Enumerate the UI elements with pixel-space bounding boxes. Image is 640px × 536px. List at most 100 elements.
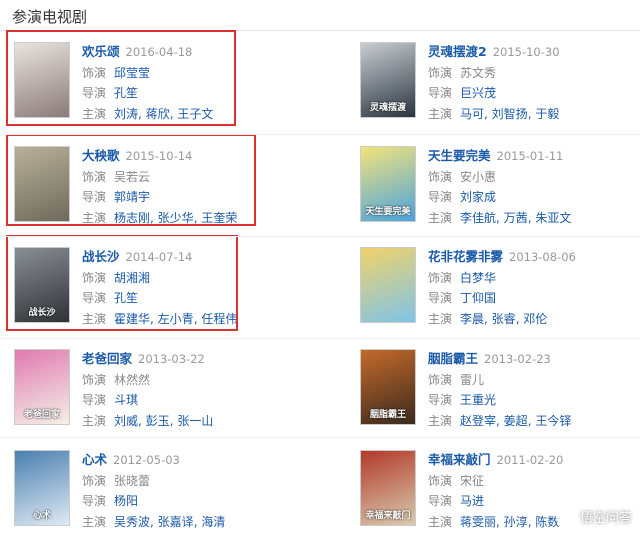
tv-show-card: 天生要完美 天生要完美 2015-01-11 饰演 安小惠 导演 刘家成 主演 李佳航, 万茜,… — [360, 146, 640, 232]
cast-label: 主演 — [428, 106, 453, 121]
show-title-link[interactable]: 灵魂摆渡2 — [428, 44, 487, 59]
show-info: 天生要完美 2015-01-11 饰演 安小惠 导演 刘家成 主演 李佳航, 万茜, 朱亚文 — [428, 146, 640, 228]
director-link[interactable]: 王重光 — [460, 393, 496, 407]
show-title-link[interactable]: 老爸回家 — [82, 351, 132, 366]
wukong-logo-icon — [555, 506, 576, 526]
cast-member-link[interactable]: 孙淳 — [504, 515, 528, 529]
cast-member-link[interactable]: 李佳航 — [460, 211, 496, 225]
show-poster[interactable]: 幸福来敲门 — [360, 450, 416, 526]
highlight-box — [6, 30, 236, 126]
show-date: 2012-05-03 — [113, 453, 180, 467]
role-label: 饰演 — [428, 65, 453, 80]
director-link[interactable]: 刘家成 — [460, 190, 496, 204]
director-link[interactable]: 杨阳 — [114, 494, 138, 508]
show-date: 2011-02-20 — [496, 453, 564, 467]
tv-show-card: 花非花雾非雾 2013-08-06 饰演 白梦华 导演 丁仰国 主演 李晨, 张睿, 邓伦 — [360, 247, 640, 333]
poster-caption: 幸福来敲门 — [365, 511, 411, 522]
show-date: 2013-02-23 — [484, 352, 551, 366]
cast-member-link[interactable]: 彭玉 — [146, 414, 170, 428]
role-label: 饰演 — [428, 270, 453, 285]
show-info: 胭脂霸王 2013-02-23 饰演 雷儿 导演 王重光 主演 赵登宰, 姜超, 王今铎 — [428, 349, 640, 431]
cast-member-link[interactable]: 马可 — [460, 107, 484, 121]
cast-separator: , — [496, 413, 504, 428]
show-title-link[interactable]: 花非花雾非雾 — [428, 249, 503, 264]
show-title-link[interactable]: 幸福来敲门 — [428, 452, 491, 467]
cast-separator: , — [138, 413, 146, 428]
director-link[interactable]: 马进 — [460, 494, 484, 508]
cast-member-link[interactable]: 于毅 — [535, 107, 559, 121]
role-label: 饰演 — [428, 473, 453, 488]
cast-member-link[interactable]: 姜超 — [504, 414, 528, 428]
cast-member-link[interactable]: 刘智扬 — [492, 107, 528, 121]
poster-caption: 灵魂摆渡 — [369, 103, 406, 114]
cast-separator: , — [496, 210, 504, 225]
show-date: 2015-10-30 — [492, 45, 560, 59]
director-label: 导演 — [82, 393, 107, 407]
show-date: 2015-01-11 — [496, 149, 564, 163]
cast-member-link[interactable]: 王今铎 — [535, 414, 571, 428]
show-title-link[interactable]: 天生要完美 — [428, 148, 491, 163]
row-divider — [0, 338, 640, 339]
role-value: 苏文秀 — [460, 65, 497, 80]
show-date: 2013-03-22 — [138, 352, 205, 366]
highlight-box — [6, 235, 238, 331]
section-title: 参演电视剧 — [12, 8, 88, 26]
director-label: 导演 — [428, 291, 453, 305]
cast-label: 主演 — [428, 413, 453, 428]
director-label: 导演 — [428, 190, 453, 204]
tv-show-card: 灵魂摆渡 灵魂摆渡2 2015-10-30 饰演 苏文秀 导演 巨兴茂 主演 马可, 刘智扬, … — [360, 42, 640, 128]
show-poster[interactable]: 天生要完美 — [360, 146, 416, 222]
tv-show-card: 心术 心术 2012-05-03 饰演 张晓蕾 导演 杨阳 主演 吴秀波, 张嘉译, 海清 — [14, 450, 314, 536]
tv-show-card: 胭脂霸王 胭脂霸王 2013-02-23 饰演 雷儿 导演 王重光 主演 赵登宰, 姜超, 王今… — [360, 349, 640, 435]
role-label: 饰演 — [82, 473, 107, 488]
role-value: 林然然 — [114, 372, 151, 387]
cast-member-link[interactable]: 蒋雯丽 — [460, 515, 496, 529]
poster-caption: 老爸回家 — [23, 410, 60, 421]
cast-member-link[interactable]: 朱亚文 — [535, 211, 571, 225]
role-link[interactable]: 白梦华 — [460, 271, 496, 285]
cast-member-link[interactable]: 海清 — [201, 515, 225, 529]
show-title-link[interactable]: 心术 — [82, 452, 107, 467]
director-link[interactable]: 斗琪 — [114, 393, 138, 407]
poster-caption: 胭脂霸王 — [369, 410, 406, 421]
row-divider — [0, 437, 640, 438]
show-info: 老爸回家 2013-03-22 饰演 林然然 导演 斗琪 主演 刘威, 彭玉, 张一山 — [82, 349, 312, 431]
cast-label: 主演 — [82, 413, 107, 428]
role-value: 宋征 — [460, 473, 485, 488]
cast-member-link[interactable]: 张睿 — [492, 312, 516, 326]
show-poster[interactable]: 灵魂摆渡 — [360, 42, 416, 118]
cast-member-link[interactable]: 张一山 — [177, 414, 213, 428]
cast-member-link[interactable]: 邓伦 — [523, 312, 547, 326]
cast-member-link[interactable]: 张嘉译 — [158, 515, 194, 529]
cast-label: 主演 — [82, 514, 107, 529]
tv-show-card: 老爸回家 老爸回家 2013-03-22 饰演 林然然 导演 斗琪 主演 刘威, 彭玉, 张一山 — [14, 349, 314, 435]
show-title-link[interactable]: 胭脂霸王 — [428, 351, 478, 366]
show-poster[interactable]: 老爸回家 — [14, 349, 70, 425]
show-poster[interactable]: 胭脂霸王 — [360, 349, 416, 425]
poster-caption: 天生要完美 — [365, 207, 411, 218]
role-value: 雷儿 — [460, 372, 485, 387]
director-label: 导演 — [428, 494, 453, 508]
show-poster[interactable] — [360, 247, 416, 323]
cast-label: 主演 — [428, 514, 453, 529]
cast-label: 主演 — [428, 210, 453, 225]
row-divider — [0, 134, 640, 135]
cast-separator: , — [484, 106, 492, 121]
director-link[interactable]: 巨兴茂 — [460, 86, 496, 100]
cast-member-link[interactable]: 李晨 — [460, 312, 484, 326]
watermark: 悟空问答 — [555, 506, 632, 526]
row-divider — [0, 236, 640, 237]
highlight-box — [6, 134, 256, 226]
show-date: 2013-08-06 — [509, 250, 576, 264]
cast-member-link[interactable]: 刘威 — [114, 414, 138, 428]
cast-separator: , — [496, 514, 504, 529]
show-poster[interactable]: 心术 — [14, 450, 70, 526]
cast-member-link[interactable]: 赵登宰 — [460, 414, 496, 428]
cast-member-link[interactable]: 万茜 — [504, 211, 528, 225]
role-value: 安小惠 — [460, 169, 497, 184]
cast-member-link[interactable]: 吴秀波 — [114, 515, 150, 529]
show-info: 心术 2012-05-03 饰演 张晓蕾 导演 杨阳 主演 吴秀波, 张嘉译, 海清 — [82, 450, 312, 532]
role-value: 张晓蕾 — [114, 473, 151, 488]
cast-label: 主演 — [428, 311, 453, 326]
director-link[interactable]: 丁仰国 — [460, 291, 496, 305]
